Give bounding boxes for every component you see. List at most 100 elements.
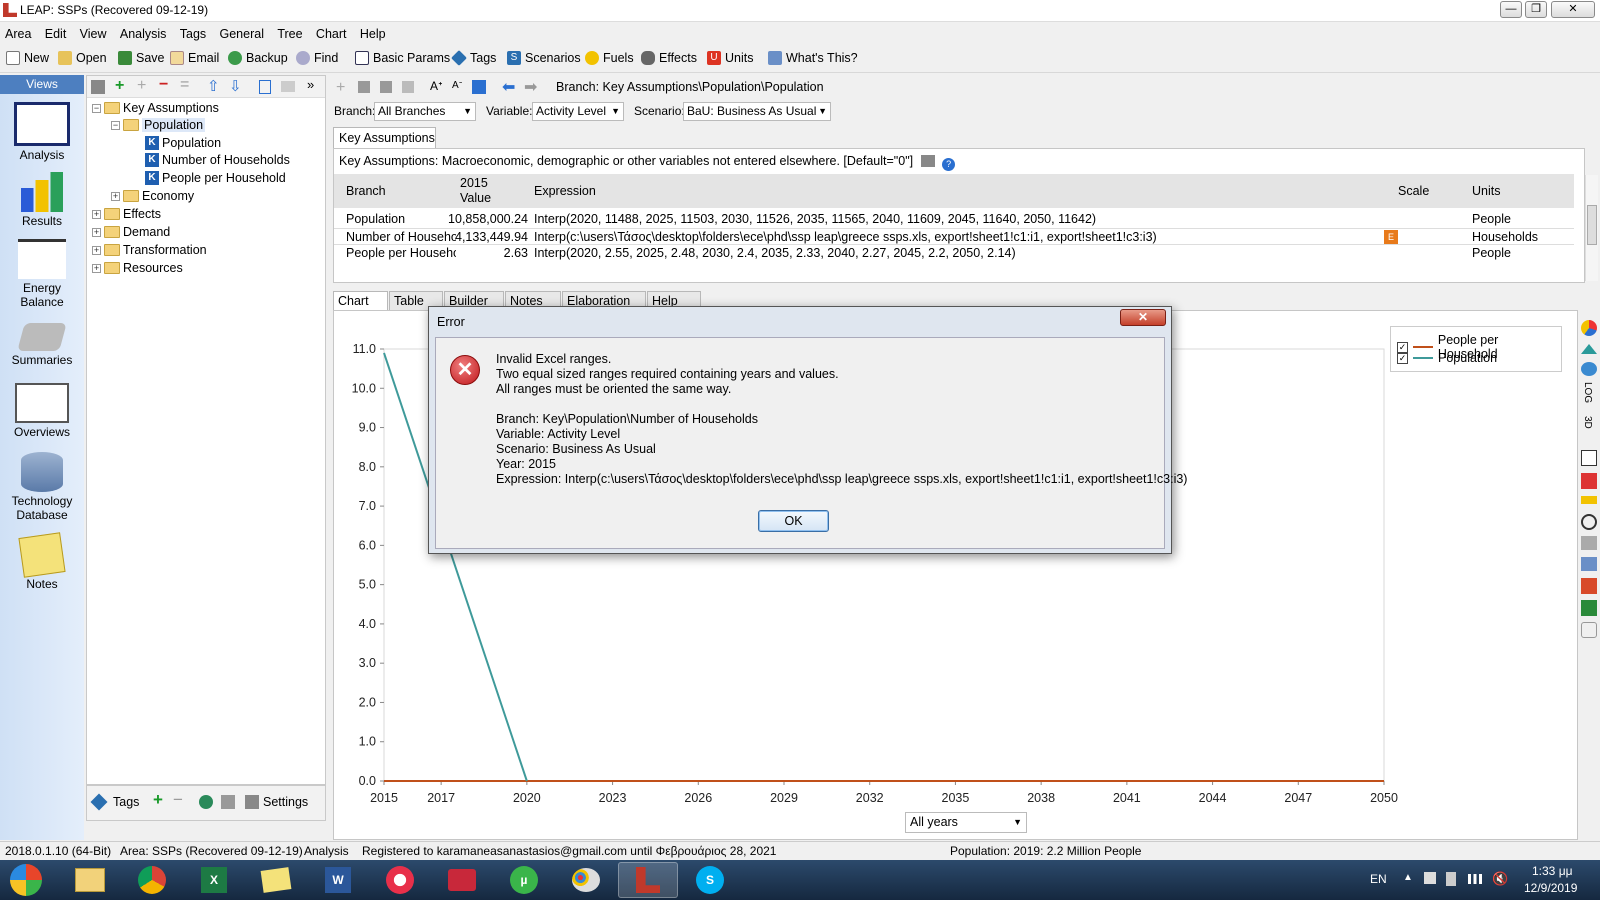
chart-type-icon[interactable] (472, 80, 486, 94)
decrease-font-icon[interactable]: Aᐨ (452, 80, 463, 91)
3d-view-icon[interactable]: 3D (1582, 416, 1593, 429)
years-select[interactable]: All years ▼ (905, 812, 1027, 833)
save-chart-icon[interactable] (1581, 600, 1597, 616)
remove-tag-icon[interactable]: − (173, 790, 183, 810)
delete-branch-icon[interactable]: − (159, 76, 168, 94)
menu-tags[interactable]: Tags (175, 24, 211, 44)
backup-button[interactable]: Backup (228, 51, 288, 65)
forward-arrow-icon[interactable]: ➡ (524, 77, 537, 97)
action-center-icon[interactable] (1424, 872, 1436, 884)
tree-node-population-folder[interactable]: − Population (111, 118, 206, 132)
tree-node-people-per-household[interactable]: K People per Household (145, 171, 286, 185)
tree-node-demand[interactable]: + Demand (92, 225, 170, 239)
add-icon[interactable]: + (336, 79, 345, 97)
table-view-icon[interactable] (1581, 450, 1597, 466)
network-signal-icon[interactable] (1468, 874, 1482, 884)
view-technology-database[interactable]: Technology Database (0, 452, 84, 522)
scenarios-button[interactable]: S Scenarios (507, 51, 581, 65)
view-summaries[interactable]: Summaries (0, 323, 84, 367)
table-scrollbar[interactable] (1585, 175, 1598, 281)
volume-muted-icon[interactable]: 🔇 (1492, 871, 1508, 887)
add-branch-icon[interactable]: + (115, 77, 124, 95)
clock-date[interactable]: 12/9/2019 (1524, 881, 1577, 895)
taskbar-downloader[interactable] (432, 862, 492, 898)
delete-multiple-icon[interactable]: = (180, 76, 189, 94)
taskbar-itunes[interactable] (370, 862, 430, 898)
scrollbar-thumb[interactable] (1587, 205, 1597, 245)
taskbar-notes-app[interactable] (246, 862, 306, 898)
back-arrow-icon[interactable]: ⬅ (502, 77, 515, 97)
scenario-select[interactable]: BaU: Business As Usual ▼ (683, 102, 831, 121)
more-tools-icon[interactable]: » (307, 77, 314, 92)
expand-icon[interactable]: + (111, 191, 120, 201)
battery-icon[interactable] (1446, 872, 1456, 886)
expand-icon[interactable]: + (92, 227, 101, 237)
paste-icon[interactable] (380, 81, 392, 93)
variable-select[interactable]: Activity Level ▼ (532, 102, 624, 121)
menu-tree[interactable]: Tree (272, 24, 307, 44)
tab-chart[interactable]: Chart (333, 291, 388, 311)
branch-select[interactable]: All Branches ▼ (374, 102, 476, 121)
tab-key-assumptions[interactable]: Key Assumptions (333, 127, 436, 149)
grid-icon[interactable] (1581, 473, 1597, 489)
folder-icon[interactable] (281, 81, 295, 92)
clock-time[interactable]: 1:33 μμ (1532, 864, 1573, 878)
view-energy-balance[interactable]: Energy Balance (0, 239, 84, 309)
tree-node-key-assumptions[interactable]: − Key Assumptions (92, 101, 219, 115)
effects-button[interactable]: Effects (641, 51, 697, 65)
tag-filter-icon[interactable] (199, 795, 213, 809)
email-button[interactable]: Email (170, 51, 219, 65)
taskbar-explorer[interactable] (60, 862, 120, 898)
copy-chart-icon[interactable] (1581, 557, 1597, 571)
table-row[interactable]: People per Househol 2.63 Interp(2020, 2.… (334, 245, 1574, 262)
checkbox-checked-icon[interactable]: ✓ (1397, 352, 1408, 364)
taskbar-leap[interactable] (618, 862, 678, 898)
powerpoint-icon[interactable] (1581, 578, 1597, 594)
tree-properties-icon[interactable] (91, 80, 105, 94)
taskbar-word[interactable]: W (308, 862, 368, 898)
increase-font-icon[interactable]: Aᐩ (430, 79, 443, 93)
close-window-button[interactable]: ✕ (1551, 1, 1595, 18)
view-analysis[interactable]: Analysis (0, 102, 84, 162)
edit-description-icon[interactable] (920, 155, 935, 167)
tags-label[interactable]: Tags (113, 795, 139, 809)
minimize-button[interactable]: — (1500, 1, 1522, 18)
tools-icon[interactable] (1581, 622, 1597, 638)
row-expression[interactable]: Interp(2020, 11488, 2025, 11503, 2030, 1… (534, 212, 1384, 226)
taskbar-paint[interactable] (556, 862, 616, 898)
whats-this-button[interactable]: What's This? (768, 51, 858, 65)
excel-link-icon[interactable]: E (1384, 230, 1398, 244)
taskbar-excel[interactable]: X (184, 862, 244, 898)
tree-node-households[interactable]: K Number of Households (145, 153, 290, 167)
new-button[interactable]: New (6, 51, 49, 65)
tree-node-population[interactable]: K Population (145, 136, 221, 150)
open-button[interactable]: Open (58, 51, 107, 65)
pie-chart-icon[interactable] (1581, 320, 1597, 336)
menu-help[interactable]: Help (355, 24, 391, 44)
find-button[interactable]: Find (296, 51, 338, 65)
tags-button[interactable]: Tags (451, 50, 496, 66)
fuels-button[interactable]: Fuels (585, 51, 634, 65)
bubble-chart-icon[interactable] (1581, 362, 1597, 376)
tree-node-effects[interactable]: + Effects (92, 207, 161, 221)
menu-general[interactable]: General (215, 24, 269, 44)
tray-expand-icon[interactable]: ▲ (1403, 872, 1413, 883)
tag-eraser-icon[interactable] (221, 795, 235, 809)
view-overviews[interactable]: Overviews (0, 383, 84, 439)
menu-chart[interactable]: Chart (311, 24, 352, 44)
font-icon[interactable] (1581, 514, 1597, 530)
view-results[interactable]: Results (0, 172, 84, 228)
restore-button[interactable]: ❐ (1525, 1, 1547, 18)
units-button[interactable]: U Units (707, 51, 753, 65)
log-scale-icon[interactable]: LOG (1582, 382, 1593, 403)
add-tag-icon[interactable]: + (153, 790, 163, 810)
area-chart-icon[interactable] (1581, 344, 1597, 354)
help-icon[interactable]: ? (942, 158, 956, 171)
row-expression[interactable]: Interp(c:\users\Τάσος\desktop\folders\ec… (534, 230, 1384, 244)
collapse-icon[interactable]: − (111, 120, 120, 130)
basic-params-button[interactable]: Basic Params (355, 51, 450, 65)
add-multiple-icon[interactable]: + (137, 77, 146, 95)
taskbar-skype[interactable]: S (680, 862, 740, 898)
print-icon[interactable] (1581, 536, 1597, 550)
menu-area[interactable]: Area (0, 24, 36, 44)
